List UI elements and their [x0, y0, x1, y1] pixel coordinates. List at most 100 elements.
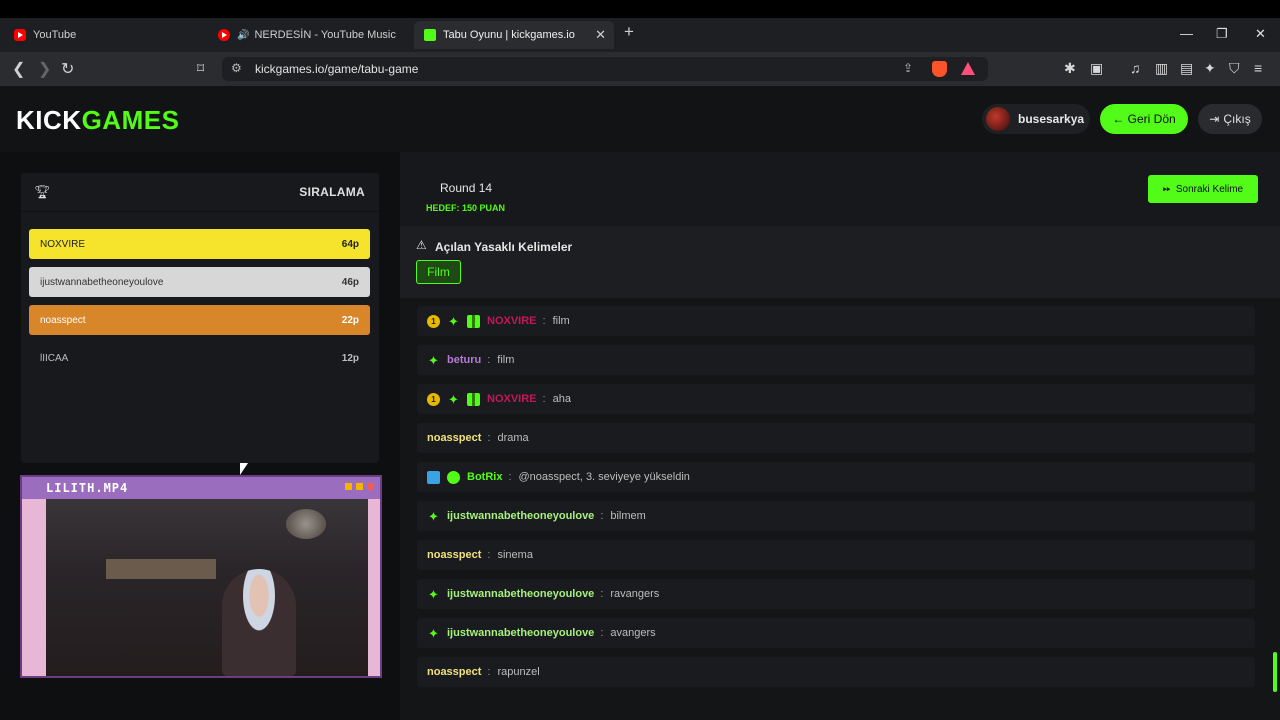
logo-games: GAMES: [81, 105, 180, 135]
chat-username[interactable]: ijustwannabetheoneyoulove: [447, 510, 594, 522]
chat-text: sinema: [497, 549, 533, 561]
player-name: ijustwannabetheoneyoulove: [40, 276, 164, 288]
streamer: [222, 569, 296, 676]
brave-rewards-icon[interactable]: [961, 62, 975, 75]
chat-separator: :: [542, 315, 546, 327]
chat-scrollbar[interactable]: [1273, 652, 1277, 692]
star-badge-icon: ✦: [428, 352, 439, 368]
screenshot-icon[interactable]: ▣: [1090, 60, 1103, 77]
chat-username[interactable]: BotRix: [467, 471, 502, 483]
chat-username[interactable]: beturu: [447, 354, 481, 366]
webcam-overlay: LILITH.MP4: [20, 475, 382, 678]
chat-feed: 1 ✦ NOXVIRE: film ✦ beturu: film 1 ✦ NOXVIRE: aha n…: [400, 298, 1268, 720]
leo-ai-icon[interactable]: ✦: [1204, 60, 1216, 77]
chat-separator: :: [508, 471, 512, 483]
close-window-icon[interactable]: ✕: [1255, 26, 1266, 42]
chat-username[interactable]: NOXVIRE: [487, 393, 537, 405]
tab-youtube[interactable]: YouTube: [4, 21, 204, 49]
next-word-button[interactable]: ⏩︎ Sonraki Kelime: [1148, 175, 1258, 203]
youtube-icon: [14, 29, 26, 41]
webcam-title: LILITH.MP4: [46, 481, 129, 495]
logout-label: Çıkış: [1223, 112, 1251, 126]
chat-separator: :: [487, 666, 491, 678]
chat-text: film: [552, 315, 570, 327]
extensions-icon[interactable]: ✱: [1064, 60, 1076, 77]
chat-message: ✦ ijustwannabetheoneyoulove: bilmem: [417, 501, 1255, 531]
webcam-video: [46, 499, 368, 676]
chat-separator: :: [487, 354, 491, 366]
maximize-icon[interactable]: ❐: [1216, 26, 1228, 42]
chat-username[interactable]: noasspect: [427, 666, 481, 678]
chat-username[interactable]: NOXVIRE: [487, 315, 537, 327]
tab-title: NERDESİN - YouTube Music: [254, 29, 396, 41]
speaker-icon[interactable]: 🔊: [237, 30, 249, 41]
close-icon: [367, 483, 374, 490]
chat-username[interactable]: noasspect: [427, 432, 481, 444]
tab-youtube-music[interactable]: 🔊 NERDESİN - YouTube Music: [208, 21, 408, 49]
player-points: 22p: [341, 314, 359, 326]
chat-separator: :: [487, 549, 491, 561]
warning-icon: ⚠: [416, 238, 427, 252]
chat-separator: :: [542, 393, 546, 405]
chat-username[interactable]: ijustwannabetheoneyoulove: [447, 588, 594, 600]
reload-icon[interactable]: ↻: [61, 59, 74, 79]
subscriber-badge-icon: 1: [427, 314, 440, 328]
chat-message: ✦ ijustwannabetheoneyoulove: ravangers: [417, 579, 1255, 609]
menu-icon[interactable]: ≡: [1254, 60, 1262, 76]
player-name: lIICAA: [40, 352, 69, 364]
forward-icon[interactable]: ❯: [38, 59, 51, 79]
webcam-titlebar: LILITH.MP4: [22, 477, 380, 499]
sidebar-icon[interactable]: ▥: [1155, 60, 1168, 77]
address-bar[interactable]: ⚙ kickgames.io/game/tabu-game ⇪: [222, 57, 988, 81]
share-icon[interactable]: ⇪: [903, 61, 913, 75]
chat-separator: :: [600, 588, 604, 600]
chat-text: film: [497, 354, 515, 366]
ranking-card: 🏆︎ SIRALAMA NOXVIRE 64p ijustwannabetheo…: [21, 173, 379, 463]
username: busesarkya: [1018, 112, 1085, 126]
media-icon[interactable]: ♫: [1130, 60, 1141, 76]
ranking-title: SIRALAMA: [299, 185, 365, 199]
target-label: HEDEF: 150 PUAN: [426, 203, 506, 213]
bookmark-icon[interactable]: ⌑: [197, 60, 204, 77]
youtube-music-icon: [218, 29, 230, 41]
chat-message: 1 ✦ NOXVIRE: film: [417, 306, 1255, 336]
logout-icon: ⇥: [1209, 112, 1220, 126]
chat-message: noasspect: rapunzel: [417, 657, 1255, 687]
brave-shields-icon[interactable]: [932, 61, 947, 77]
vpn-icon[interactable]: ⛉: [1229, 60, 1240, 77]
chat-username[interactable]: noasspect: [427, 549, 481, 561]
ranking-row: NOXVIRE 64p: [29, 229, 370, 259]
chat-message: 1 ✦ NOXVIRE: aha: [417, 384, 1255, 414]
ranking-row: ijustwannabetheoneyoulove 46p: [29, 267, 370, 297]
background-lamp: [286, 509, 326, 539]
forbidden-words-panel: ⚠ Açılan Yasaklı Kelimeler Film: [400, 226, 1280, 298]
kickgames-logo[interactable]: KICKGAMES: [16, 105, 179, 136]
avatar: [986, 107, 1010, 131]
minimize-icon[interactable]: —: [1180, 26, 1193, 41]
ranking-row: lIICAA 12p: [29, 343, 370, 373]
browser-toolbar: ❮ ❯ ↻ ⌑ ⚙ kickgames.io/game/tabu-game ⇪: [0, 52, 1280, 86]
site-header: KICKGAMES busesarkya ← Geri Dön ⇥ Çıkış: [0, 86, 1280, 152]
tab-kickgames[interactable]: Tabu Oyunu | kickgames.io ✕: [414, 21, 614, 49]
site-info-icon[interactable]: ⚙: [231, 61, 242, 75]
url-text[interactable]: kickgames.io/game/tabu-game: [255, 62, 418, 76]
back-button[interactable]: ← Geri Dön: [1100, 104, 1188, 134]
new-tab-button[interactable]: +: [624, 22, 634, 42]
verified-badge-icon: [447, 470, 460, 484]
logout-button[interactable]: ⇥ Çıkış: [1198, 104, 1262, 134]
close-tab-icon[interactable]: ✕: [595, 27, 606, 43]
screen-top-edge: [0, 0, 1280, 18]
user-profile[interactable]: busesarkya: [982, 104, 1090, 134]
chat-separator: :: [487, 432, 491, 444]
chat-message: noasspect: sinema: [417, 540, 1255, 570]
wallet-icon[interactable]: ▤: [1180, 60, 1193, 77]
player-points: 64p: [341, 238, 359, 250]
star-badge-icon: ✦: [448, 313, 459, 329]
chat-username[interactable]: ijustwannabetheoneyoulove: [447, 627, 594, 639]
round-bar: Round 14 HEDEF: 150 PUAN ⏩︎ Sonraki Keli…: [400, 152, 1280, 226]
chat-message: BotRix: @noasspect, 3. seviyeye yükseldin: [417, 462, 1255, 492]
star-badge-icon: ✦: [428, 586, 439, 602]
back-icon[interactable]: ❮: [12, 59, 25, 79]
mouse-cursor: [240, 463, 248, 475]
chat-text: bilmem: [610, 510, 646, 522]
